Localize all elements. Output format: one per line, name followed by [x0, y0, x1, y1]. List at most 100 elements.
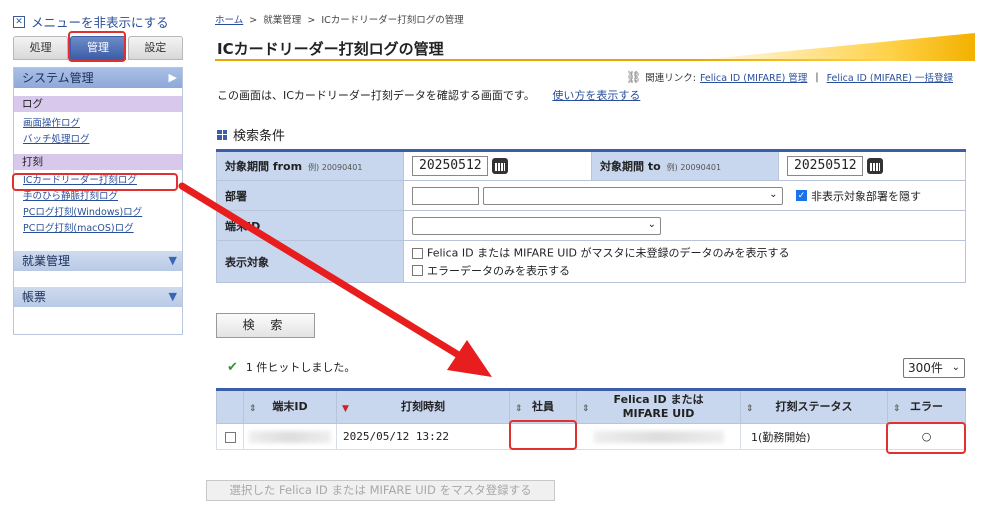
- terminal-cell: ⌄: [403, 210, 966, 241]
- chevron-down-icon: ⌄: [951, 362, 960, 373]
- row-select-cell: [216, 423, 244, 450]
- link-chain-icon: ⛓: [626, 70, 642, 84]
- sort-icon: ⇕: [582, 404, 590, 414]
- to-label: 対象期間 to: [600, 160, 661, 173]
- related-sep: |: [815, 71, 819, 83]
- sidebar-item-screen-log[interactable]: 画面操作ログ: [14, 116, 182, 132]
- felica-id-cell: [576, 423, 741, 450]
- sidebar-item-batch-log[interactable]: バッチ処理ログ: [14, 132, 182, 148]
- sidebar-section-forms[interactable]: 帳票 ▼: [14, 287, 182, 307]
- page-title: ICカードリーダー打刻ログの管理: [217, 40, 444, 58]
- highlight-box-error: [886, 422, 966, 454]
- sort-desc-icon: ▼: [342, 404, 349, 414]
- header-employee[interactable]: ⇕ 社員: [509, 389, 577, 424]
- sort-icon: ⇕: [893, 404, 901, 414]
- terminal-id-cell: [243, 423, 337, 450]
- terminal-select[interactable]: ⌄: [412, 216, 661, 235]
- howto-link[interactable]: 使い方を表示する: [552, 89, 640, 102]
- results-table: ⇕ 端末ID ▼ 打刻時刻 ⇕ 社員 ⇕ Felica ID または MIFARE UI…: [216, 388, 966, 450]
- breadcrumb-level1: 就業管理: [263, 15, 302, 26]
- to-date-input[interactable]: 20250512: [787, 156, 863, 176]
- display-label: 表示対象: [216, 240, 404, 283]
- sidebar: ✕ メニューを非表示にする 処理 管理 設定 システム管理 ▶ ログ 画面操作ロ…: [0, 0, 190, 511]
- calendar-icon[interactable]: [492, 158, 508, 174]
- header-punch-time[interactable]: ▼ 打刻時刻: [336, 389, 510, 424]
- unregistered-option[interactable]: Felica ID または MIFARE UID がマスタに未登録のデータのみを…: [412, 244, 957, 262]
- table-header-row: ⇕ 端末ID ▼ 打刻時刻 ⇕ 社員 ⇕ Felica ID または MIFARE UI…: [216, 389, 966, 424]
- link-felica-manage[interactable]: Felica ID (MIFARE) 管理: [700, 70, 807, 84]
- header-status[interactable]: ⇕ 打刻ステータス: [740, 389, 888, 424]
- unregistered-label: Felica ID または MIFARE UID がマスタに未登録のデータのみを…: [427, 246, 790, 260]
- sidebar-section-work[interactable]: 就業管理 ▼: [14, 251, 182, 271]
- sort-icon: ⇕: [249, 404, 257, 414]
- breadcrumb-sep: >: [249, 15, 258, 26]
- related-links: ⛓ 関連リンク: Felica ID (MIFARE) 管理 | Felica …: [626, 70, 953, 84]
- table-row: 2025/05/12 13:22 1(勤務開始) ○: [216, 423, 966, 450]
- description-text: この画面は、ICカードリーダー打刻データを確認する画面です。: [217, 89, 535, 102]
- category-punch: 打刻: [14, 154, 182, 170]
- sidebar-section-forms-label: 帳票: [22, 290, 47, 304]
- from-date-input[interactable]: 20250512: [412, 156, 488, 176]
- menu-toggle[interactable]: ✕ メニューを非表示にする: [13, 12, 169, 31]
- header-select: [216, 389, 244, 424]
- breadcrumb-home[interactable]: ホーム: [215, 15, 243, 26]
- chevron-down-icon: ⌄: [769, 188, 778, 200]
- status-cell: 1(勤務開始): [740, 423, 888, 450]
- triangle-down-icon: ▼: [168, 254, 177, 267]
- dept-select[interactable]: ⌄: [482, 186, 783, 205]
- to-cell: 20250512: [778, 150, 966, 181]
- sidebar-section-system-label: システム管理: [22, 71, 94, 85]
- punch-time-cell: 2025/05/12 13:22: [336, 423, 510, 450]
- error-option[interactable]: エラーデータのみを表示する: [412, 262, 957, 280]
- from-label: 対象期間 from: [225, 160, 303, 173]
- hide-dept-option[interactable]: ✓ 非表示対象部署を隠す: [796, 189, 921, 203]
- row-checkbox[interactable]: [224, 431, 236, 443]
- sidebar-item-pc-windows-log[interactable]: PCログ打刻(Windows)ログ: [14, 205, 182, 221]
- hide-dept-label: 非表示対象部署を隠す: [811, 189, 921, 203]
- from-label-cell: 対象期間 from 例) 20090401: [216, 150, 404, 181]
- redacted-felica-id: [593, 431, 724, 443]
- dept-code-input[interactable]: [412, 186, 479, 205]
- link-felica-bulk[interactable]: Felica ID (MIFARE) 一括登録: [827, 70, 953, 84]
- sidebar-section-system[interactable]: システム管理 ▶: [14, 68, 182, 88]
- from-example: 例) 20090401: [308, 163, 363, 172]
- category-log: ログ: [14, 96, 182, 112]
- calendar-icon[interactable]: [867, 158, 883, 174]
- tab-settings[interactable]: 設定: [127, 36, 183, 60]
- page-size-select[interactable]: 300件 ⌄: [903, 358, 965, 378]
- breadcrumb-sep: >: [307, 15, 316, 26]
- page-description: この画面は、ICカードリーダー打刻データを確認する画面です。 使い方を表示する: [217, 87, 640, 103]
- to-example: 例) 20090401: [666, 163, 722, 172]
- redacted-terminal-id: [249, 431, 331, 443]
- close-menu-icon: ✕: [13, 15, 25, 28]
- hit-message: 1 件ヒットしました。: [245, 361, 356, 374]
- hit-count: ✔ 1 件ヒットしました。: [227, 359, 355, 375]
- unregistered-checkbox[interactable]: [412, 247, 423, 259]
- main-content: ホーム > 就業管理 > ICカードリーダー打刻ログの管理 ICカードリーダー打…: [206, 0, 975, 511]
- to-label-cell: 対象期間 to 例) 20090401: [591, 150, 779, 181]
- breadcrumb: ホーム > 就業管理 > ICカードリーダー打刻ログの管理: [215, 12, 464, 26]
- header-error[interactable]: ⇕ エラー: [887, 389, 966, 424]
- error-checkbox[interactable]: [412, 265, 423, 276]
- menu-toggle-label: メニューを非表示にする: [31, 15, 169, 30]
- sidebar-section-work-label: 就業管理: [22, 254, 71, 268]
- search-form: 対象期間 from 例) 20090401 20250512 対象期間 to 例) …: [216, 149, 966, 283]
- header-terminal-id[interactable]: ⇕ 端末ID: [243, 389, 337, 424]
- sort-icon: ⇕: [515, 404, 523, 414]
- header-felica-id[interactable]: ⇕ Felica ID または MIFARE UID: [576, 389, 741, 424]
- triangle-down-icon: ▼: [168, 290, 177, 303]
- check-icon: ✔: [227, 359, 238, 375]
- display-cell: Felica ID または MIFARE UID がマスタに未登録のデータのみを…: [403, 240, 966, 283]
- register-master-button[interactable]: 選択した Felica ID または MIFARE UID をマスタ登録する: [206, 480, 555, 501]
- highlight-box-employee: [509, 420, 577, 450]
- related-label: 関連リンク:: [645, 73, 696, 84]
- highlight-box-ic-card-log: [12, 173, 178, 191]
- sidebar-item-pc-macos-log[interactable]: PCログ打刻(macOS)ログ: [14, 221, 182, 237]
- dept-cell: ⌄ ✓ 非表示対象部署を隠す: [403, 180, 966, 211]
- sidebar-item-palm-vein-log[interactable]: 手のひら静脈打刻ログ: [14, 189, 182, 205]
- search-button[interactable]: 検 索: [216, 313, 315, 338]
- hide-dept-checkbox[interactable]: ✓: [796, 190, 807, 201]
- highlight-box-manage-tab: [68, 31, 126, 62]
- tab-process[interactable]: 処理: [13, 36, 69, 60]
- search-section-title-text: 検索条件: [233, 129, 286, 144]
